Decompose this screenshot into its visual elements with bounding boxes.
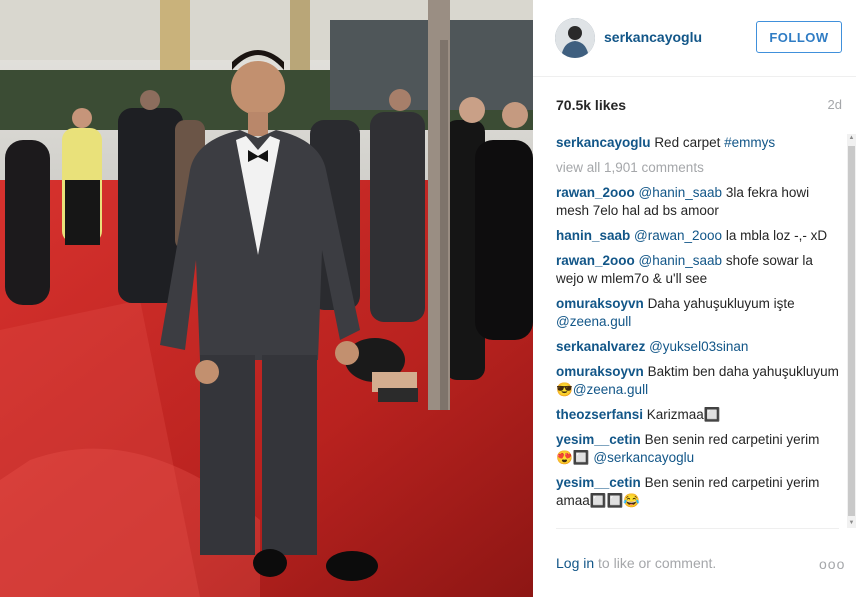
caption: serkancayoglu Red carpet #emmys bbox=[556, 134, 839, 152]
ellipsis-icon[interactable]: ooo bbox=[819, 556, 845, 572]
comment-text: Daha yahuşukluyum işte bbox=[647, 296, 795, 311]
post-age[interactable]: 2d bbox=[828, 97, 842, 112]
comment-mention[interactable]: @serkancayoglu bbox=[593, 450, 694, 465]
comment-mention[interactable]: @hanin_saab bbox=[639, 185, 723, 200]
list-item: yesim__cetin Ben senin red carpetini yer… bbox=[556, 431, 839, 467]
likes-count[interactable]: 70.5k likes bbox=[556, 97, 626, 113]
comment-author[interactable]: yesim__cetin bbox=[556, 432, 641, 447]
view-all-comments-link[interactable]: view all 1,901 comments bbox=[556, 159, 839, 177]
comment-author[interactable]: serkanalvarez bbox=[556, 339, 645, 354]
scroll-thumb[interactable] bbox=[848, 146, 855, 516]
login-link[interactable]: Log in bbox=[556, 555, 594, 571]
list-item: rawan_2ooo @hanin_saab 3la fekra howi me… bbox=[556, 184, 839, 220]
list-item: rawan_2ooo @hanin_saab shofe sowar la we… bbox=[556, 252, 839, 288]
comments-list: serkancayoglu Red carpet #emmys view all… bbox=[556, 134, 839, 528]
post-photo[interactable] bbox=[0, 0, 533, 597]
avatar[interactable] bbox=[555, 18, 595, 58]
comment-text: Karizmaa🔲 bbox=[646, 407, 721, 422]
comment-author[interactable]: hanin_saab bbox=[556, 228, 630, 243]
list-item: serkanalvarez @yuksel03sinan bbox=[556, 338, 839, 356]
list-item: omuraksoyvn Baktim ben daha yahuşukluyum… bbox=[556, 363, 839, 399]
list-item: omuraksoyvn Daha yahuşukluyum işte @zeen… bbox=[556, 295, 839, 331]
scroll-up-icon[interactable]: ▲ bbox=[847, 134, 856, 143]
post-sidebar: serkancayoglu FOLLOW 70.5k likes 2d serk… bbox=[533, 0, 856, 597]
scroll-down-icon[interactable]: ▼ bbox=[847, 519, 856, 528]
red-carpet-photo bbox=[0, 0, 533, 597]
comment-mention[interactable]: @zeena.gull bbox=[556, 314, 631, 329]
comment-mention[interactable]: @yuksel03sinan bbox=[649, 339, 748, 354]
caption-hashtag[interactable]: #emmys bbox=[724, 135, 775, 150]
comment-author[interactable]: omuraksoyvn bbox=[556, 296, 644, 311]
login-text: to like or comment. bbox=[598, 555, 717, 571]
list-item: theozserfansi Karizmaa🔲 bbox=[556, 406, 839, 424]
caption-author[interactable]: serkancayoglu bbox=[556, 135, 651, 150]
comment-author[interactable]: yesim__cetin bbox=[556, 475, 641, 490]
list-item: yesim__cetin Ben senin red carpetini yer… bbox=[556, 474, 839, 510]
comment-mention[interactable]: @rawan_2ooo bbox=[634, 228, 722, 243]
comment-author[interactable]: rawan_2ooo bbox=[556, 185, 635, 200]
comment-author[interactable]: theozserfansi bbox=[556, 407, 643, 422]
comment-mention[interactable]: @hanin_saab bbox=[639, 253, 723, 268]
login-prompt: Log in to like or comment. bbox=[556, 555, 716, 571]
username-link[interactable]: serkancayoglu bbox=[604, 29, 702, 45]
comment-author[interactable]: omuraksoyvn bbox=[556, 364, 644, 379]
caption-text: Red carpet bbox=[654, 135, 721, 150]
footer-divider bbox=[556, 528, 839, 529]
comments-scrollbar[interactable]: ▲ ▼ bbox=[847, 134, 856, 528]
post-header: serkancayoglu FOLLOW bbox=[533, 0, 856, 77]
comment-text: la mbla loz -,- xD bbox=[725, 228, 828, 243]
avatar-image bbox=[555, 18, 595, 58]
comment-mention[interactable]: @zeena.gull bbox=[573, 382, 648, 397]
list-item: hanin_saab @rawan_2ooo la mbla loz -,- x… bbox=[556, 227, 839, 245]
follow-button[interactable]: FOLLOW bbox=[756, 21, 842, 53]
comment-author[interactable]: rawan_2ooo bbox=[556, 253, 635, 268]
